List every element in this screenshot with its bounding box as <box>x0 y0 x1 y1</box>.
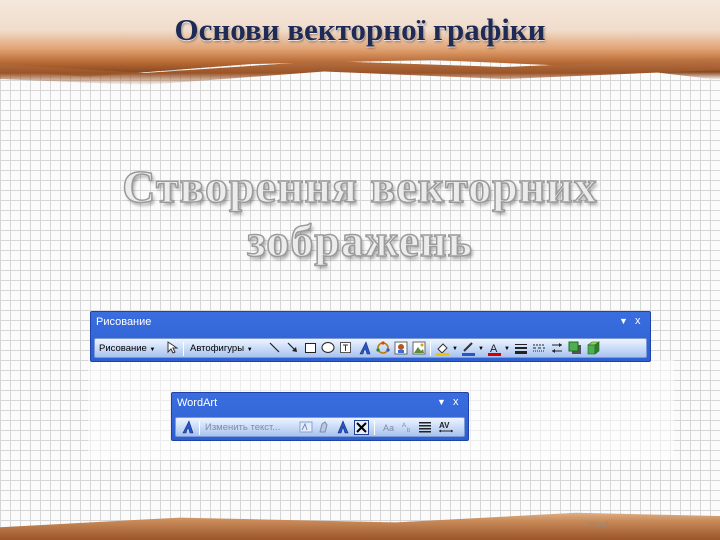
toolbar-body: Изменить текст... Aa Ab AV <box>175 417 465 437</box>
textbox-icon[interactable] <box>338 341 353 356</box>
wordart-shape-icon[interactable] <box>335 420 350 435</box>
autoshapes-menu-button[interactable]: Автофигуры ▼ <box>190 342 253 356</box>
toolbar-close-icon[interactable]: x <box>635 315 641 327</box>
alignment-icon[interactable] <box>417 420 432 435</box>
rectangle-icon[interactable] <box>303 341 318 356</box>
toolbar-title: WordArt <box>177 397 218 409</box>
svg-text:b: b <box>407 428 411 434</box>
edit-text-button[interactable]: Изменить текст... <box>205 421 280 435</box>
vertical-text-icon[interactable]: Ab <box>399 420 414 435</box>
shadow-icon[interactable] <box>567 341 582 356</box>
toolbar-close-icon[interactable]: x <box>453 396 459 408</box>
oval-icon[interactable] <box>320 341 335 356</box>
svg-text:A: A <box>402 423 406 429</box>
format-wordart-icon[interactable] <box>316 420 331 435</box>
diagram-icon[interactable] <box>375 341 390 356</box>
slide-heading: Створення векторних зображень <box>40 160 680 268</box>
select-objects-icon[interactable] <box>165 341 180 356</box>
toolbar-title: Рисование <box>96 316 152 328</box>
character-spacing-icon[interactable]: AV <box>438 420 453 435</box>
line-icon[interactable] <box>267 341 282 356</box>
separator <box>183 342 184 356</box>
chevron-down-icon: ▼ <box>246 347 253 353</box>
wordart-gallery-icon[interactable] <box>298 420 313 435</box>
font-color-icon[interactable]: A <box>487 341 502 356</box>
drawing-toolbar: Рисование ▼ x Рисование ▼ Автофигуры ▼ ▼… <box>90 311 651 362</box>
same-letter-heights-icon[interactable]: Aa <box>381 420 396 435</box>
line-style-icon[interactable] <box>513 341 528 356</box>
separator <box>199 421 200 435</box>
dash-style-icon[interactable] <box>531 341 546 356</box>
picture-icon[interactable] <box>411 341 426 356</box>
toolbar-body: Рисование ▼ Автофигуры ▼ ▼ ▼ A ▼ <box>94 338 647 358</box>
slide-title: Основи векторної графіки <box>174 12 546 47</box>
toolbar-options-icon[interactable]: ▼ <box>619 315 628 327</box>
separator <box>430 342 431 356</box>
footer-url: http://... <box>588 520 615 529</box>
text-wrapping-icon[interactable] <box>354 420 369 435</box>
3d-icon[interactable] <box>585 341 600 356</box>
heading-line-1: Створення векторних <box>122 160 598 213</box>
arrow-icon[interactable] <box>285 341 300 356</box>
wordart-toolbar: WordArt ▼ x Изменить текст... Aa Ab AV <box>171 392 469 441</box>
fill-color-icon[interactable] <box>435 341 450 356</box>
svg-text:AV: AV <box>439 421 450 430</box>
line-color-icon[interactable] <box>461 341 476 356</box>
chevron-down-icon[interactable]: ▼ <box>478 342 484 356</box>
fill-color-swatch <box>436 353 449 356</box>
separator <box>374 421 375 435</box>
clipart-icon[interactable] <box>393 341 408 356</box>
wordart-icon[interactable] <box>357 341 372 356</box>
toolbar-options-icon[interactable]: ▼ <box>437 396 446 408</box>
insert-wordart-icon[interactable] <box>180 420 195 435</box>
heading-line-2: зображень <box>246 214 473 267</box>
autoshapes-menu-label: Автофигуры <box>190 343 245 354</box>
svg-text:Aa: Aa <box>383 423 394 433</box>
chevron-down-icon[interactable]: ▼ <box>452 342 458 356</box>
draw-menu-label: Рисование <box>99 343 147 354</box>
chevron-down-icon[interactable]: ▼ <box>504 342 510 356</box>
draw-menu-button[interactable]: Рисование ▼ <box>99 342 155 356</box>
arrow-style-icon[interactable] <box>549 341 564 356</box>
chevron-down-icon: ▼ <box>149 347 156 353</box>
